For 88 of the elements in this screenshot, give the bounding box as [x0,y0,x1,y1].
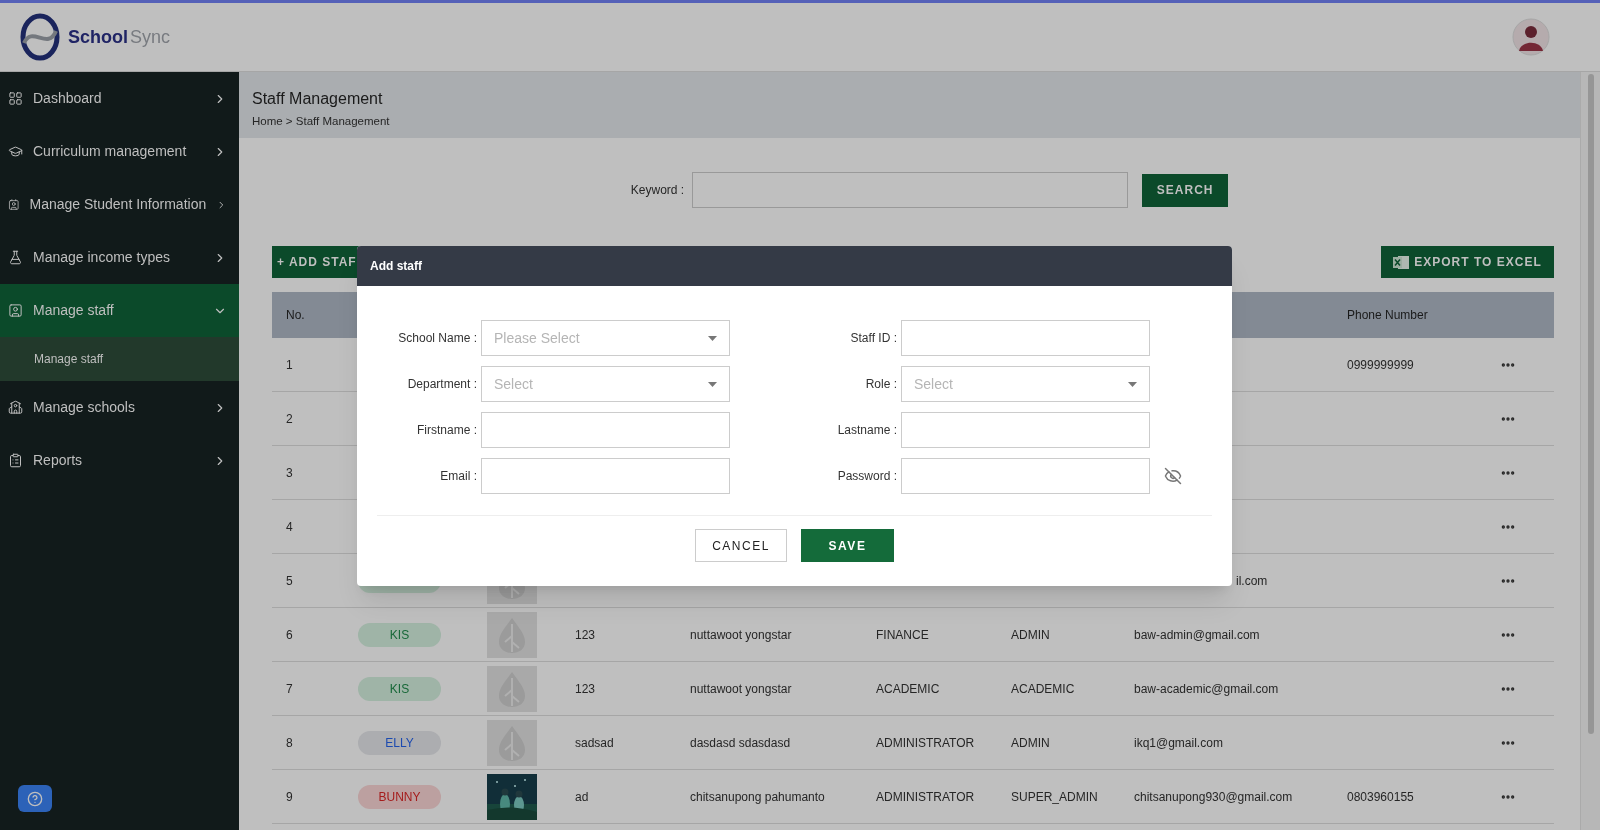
field-label: Staff ID : [849,330,897,347]
cancel-button[interactable]: CANCEL [695,529,787,562]
table-cell-text: chitsanupong pahumanto [690,788,825,806]
logo-icon [18,13,62,61]
sidebar-subitem[interactable]: Manage staff [0,337,239,381]
table-cell-text: 0803960155 [1347,788,1414,806]
save-button[interactable]: SAVE [801,529,894,562]
table-cell-text: ADMIN [1011,734,1050,752]
help-button[interactable] [18,785,52,812]
keyword-label: Keyword : [630,182,685,199]
grid-icon [8,91,23,106]
keyword-field[interactable] [692,172,1129,208]
sidebar-item[interactable]: Manage income types [0,231,239,284]
sidebar-item[interactable]: Manage staff [0,284,239,337]
table-cell-text: ad [575,788,589,806]
table-cell-text: il.com [1236,572,1268,590]
help-icon [27,790,43,807]
graduation-cap-icon [8,144,23,159]
export-button[interactable]: EXPORT TO EXCEL [1381,246,1554,278]
placeholder-leaf-icon [487,665,537,712]
column-header: Phone Number [1347,307,1428,324]
field-label: Password : [836,468,897,485]
field-label: Lastname : [836,422,897,439]
table-cell-text: ADMIN [1011,626,1050,644]
clipboard-icon [8,453,23,468]
column-header: No. [286,307,305,324]
table-cell-text: 7 [286,680,293,698]
sidebar-item[interactable]: Reports [0,434,239,487]
placeholder-leaf-icon [487,611,537,658]
table-cell-text: 5 [286,572,293,590]
spreadsheet-icon [1393,254,1411,270]
table-cell-text: 123 [575,626,596,644]
flask-icon [8,250,23,265]
sidebar-item[interactable]: Curriculum management [0,125,239,178]
table-cell-text: 4 [286,518,293,536]
table-cell-text: 9 [286,788,293,806]
caret-icon [708,381,717,387]
building-icon [8,400,23,415]
scrollbar-thumb[interactable] [1587,74,1594,734]
field-label: Firstname : [416,422,477,439]
table-cell-text: ADMINISTRATOR [876,788,975,806]
table-cell-text: dasdasd sdasdasd [690,734,791,752]
id-card-icon [8,303,23,318]
sidebar-item[interactable]: Manage schools [0,381,239,434]
search-button[interactable]: SEARCH [1142,173,1229,207]
logo-text: School Sync [68,25,171,49]
table-cell-text: sadsad [575,734,614,752]
table-cell-text: ADMINISTRATOR [876,734,975,752]
school-tag: BUNNY [358,784,441,809]
table-cell-text: 3 [286,464,293,482]
page-title: Staff Management [252,89,384,109]
table-cell-text: ikq1@gmail.com [1134,734,1223,752]
eye-off-icon[interactable] [1164,467,1182,485]
field-label: School Name : [397,330,477,347]
table-cell-text: FINANCE [876,626,929,644]
table-cell-text: chitsanupong930@gmail.com [1134,788,1293,806]
table-cell-text: ACADEMIC [1011,680,1075,698]
table-cell-text: 2 [286,410,293,428]
table-cell-text: 123 [575,680,596,698]
table-cell-text: 1 [286,356,293,374]
table-cell-text: ACADEMIC [876,680,940,698]
field-label: Department : [406,376,477,393]
table-cell-text: nuttawoot yongstar [690,680,792,698]
table-cell-text: baw-academic@gmail.com [1134,680,1279,698]
table-cell-text: 8 [286,734,293,752]
school-tag: ELLY [358,730,441,755]
school-tag: KIS [358,676,441,701]
placeholder-leaf-icon [487,719,537,766]
caret-icon [708,335,717,341]
password-field[interactable] [901,458,1150,494]
table-cell-text: 0999999999 [1347,356,1414,374]
text-field[interactable] [481,458,730,494]
text-field[interactable] [901,320,1150,356]
avatar[interactable] [1512,18,1550,56]
caret-icon [1128,381,1137,387]
text-field[interactable] [481,412,730,448]
text-field[interactable] [901,412,1150,448]
table-cell-text: baw-admin@gmail.com [1134,626,1260,644]
field-label: Email : [439,468,477,485]
school-tag: KIS [358,622,441,647]
field-label: Role : [864,376,897,393]
sidebar-item[interactable]: Manage Student Information [0,178,239,231]
person-icon [8,197,20,212]
breadcrumb: Home > Staff Management [252,114,391,129]
table-cell-text: SUPER_ADMIN [1011,788,1098,806]
table-cell-text: nuttawoot yongstar [690,626,792,644]
sidebar-item[interactable]: Dashboard [0,72,239,125]
table-cell-text: 6 [286,626,293,644]
